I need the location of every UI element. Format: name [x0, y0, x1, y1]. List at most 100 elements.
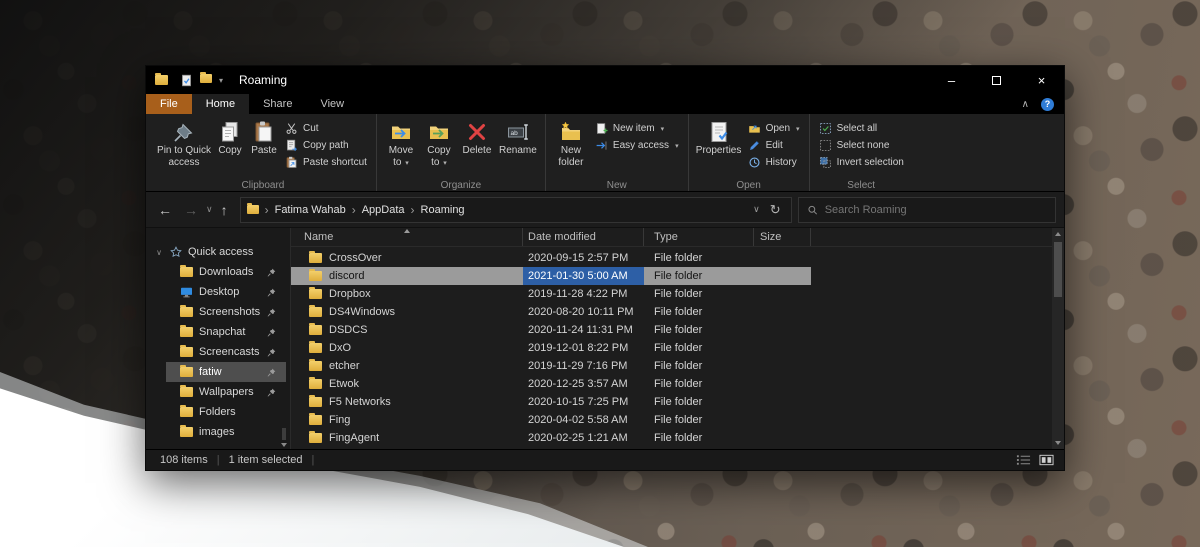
type-cell: File folder [654, 396, 703, 408]
scroll-up-icon [1055, 232, 1061, 236]
sidebar-item-screenshots[interactable]: Screenshots [166, 302, 286, 322]
pin-icon [267, 328, 276, 337]
breadcrumb-separator-icon[interactable]: › [346, 203, 362, 217]
refresh-icon[interactable]: ↻ [770, 202, 781, 218]
up-button[interactable]: ↑ [215, 202, 234, 218]
search-input[interactable] [824, 203, 1047, 216]
tab-view[interactable]: View [306, 94, 358, 114]
file-name-cell: etcher [291, 357, 523, 375]
scroll-down-button[interactable] [1052, 437, 1064, 449]
sidebar-item-folders[interactable]: Folders [166, 402, 286, 422]
forward-button[interactable]: → [178, 202, 204, 218]
expand-chevron-icon[interactable]: ∨ [154, 248, 164, 257]
qat-new-folder-icon[interactable] [200, 71, 212, 86]
sidebar-item-images[interactable]: images [166, 422, 286, 442]
sidebar-item-desktop[interactable]: Desktop [166, 282, 286, 302]
breadcrumb-separator-icon[interactable]: › [405, 203, 421, 217]
title-bar[interactable]: ▾ Roaming – × [146, 66, 1064, 94]
breadcrumb-item[interactable]: AppData [362, 204, 405, 216]
paste-shortcut-button[interactable]: Paste shortcut [281, 154, 371, 171]
view-toggles [1016, 454, 1064, 466]
file-row-dropbox[interactable]: Dropbox 2019-11-28 4:22 PM File folder [291, 285, 811, 303]
column-header-name[interactable]: Name [291, 228, 523, 246]
address-bar[interactable]: › Fatima Wahab › AppData › Roaming ∨ ↻ [239, 196, 792, 223]
close-button[interactable]: × [1019, 66, 1064, 94]
help-icon[interactable]: ? [1041, 97, 1054, 111]
easy-access-button[interactable]: Easy access ▾ [591, 137, 683, 154]
tab-home[interactable]: Home [191, 94, 250, 114]
file-row-discord[interactable]: discord 2021-01-30 5:00 AM File folder [291, 267, 811, 285]
cut-button[interactable]: Cut [281, 120, 371, 137]
tab-share[interactable]: Share [249, 94, 306, 114]
edit-button[interactable]: Edit [744, 137, 804, 154]
ribbon-group-new: New folder New item ▾ Easy access ▾ New [544, 114, 688, 191]
file-explorer-window: ▾ Roaming – × File Home Share View ∧ ? P… [145, 65, 1065, 471]
recent-locations-chevron-icon[interactable]: ∨ [204, 204, 215, 215]
pin-to-quick-access-button[interactable]: Pin to Quick access [155, 117, 213, 170]
breadcrumb-separator-icon[interactable]: › [259, 203, 275, 217]
collapse-ribbon-icon[interactable]: ∧ [1022, 99, 1029, 110]
history-button[interactable]: History [744, 154, 804, 171]
breadcrumb-item[interactable]: Fatima Wahab [275, 204, 346, 216]
file-row-fing[interactable]: Fing 2020-04-02 5:58 AM File folder [291, 411, 811, 429]
file-row-fingagent[interactable]: FingAgent 2020-02-25 1:21 AM File folder [291, 429, 811, 447]
column-header-type[interactable]: Type [644, 228, 754, 246]
copy-path-button[interactable]: Copy path [281, 137, 371, 154]
sidebar-scrollbar[interactable] [279, 421, 289, 447]
tab-file[interactable]: File [146, 94, 192, 114]
back-button[interactable]: ← [152, 202, 178, 218]
vertical-scrollbar[interactable] [1052, 228, 1064, 449]
scroll-up-button[interactable] [1052, 228, 1064, 240]
move-to-button[interactable]: Move to ▾ [382, 117, 420, 170]
select-all-button[interactable]: Select all [815, 120, 908, 137]
paste-button[interactable]: Paste [247, 117, 281, 158]
new-folder-button[interactable]: New folder [551, 117, 591, 170]
rename-button[interactable]: ab Rename [496, 117, 540, 158]
open-group-label: Open [736, 180, 761, 191]
sidebar-item-snapchat[interactable]: Snapchat [166, 322, 286, 342]
sidebar-item-quick-access[interactable]: ∨ Quick access [146, 242, 286, 262]
qat-properties-icon[interactable] [180, 74, 193, 87]
select-none-button[interactable]: Select none [815, 137, 908, 154]
column-header-size[interactable]: Size [754, 228, 811, 246]
date-modified-cell: 2020-10-15 7:25 PM [528, 396, 629, 408]
address-dropdown-chevron-icon[interactable]: ∨ [753, 204, 760, 215]
quick-access-star-icon [170, 246, 182, 258]
new-folder-label: New folder [558, 145, 584, 168]
file-row-etwok[interactable]: Etwok 2020-12-25 3:57 AM File folder [291, 375, 811, 393]
type-cell: File folder [654, 324, 703, 336]
type-cell: File folder [654, 432, 703, 444]
sidebar-item-downloads[interactable]: Downloads [166, 262, 286, 282]
scroll-thumb[interactable] [1054, 242, 1062, 297]
qat-customize-chevron-icon[interactable]: ▾ [219, 76, 223, 85]
properties-label: Properties [695, 145, 742, 156]
file-row-crossover[interactable]: CrossOver 2020-09-15 2:57 PM File folder [291, 249, 811, 267]
file-row-f5-networks[interactable]: F5 Networks 2020-10-15 7:25 PM File folder [291, 393, 811, 411]
sidebar-item-wallpapers[interactable]: Wallpapers [166, 382, 286, 402]
details-view-button[interactable] [1016, 454, 1031, 466]
column-header-date-modified[interactable]: Date modified [523, 228, 644, 246]
sidebar-item-screencasts[interactable]: Screencasts [166, 342, 286, 362]
breadcrumb-item[interactable]: Roaming [421, 204, 465, 216]
file-row-etcher[interactable]: etcher 2019-11-29 7:16 PM File folder [291, 357, 811, 375]
invert-selection-button[interactable]: Invert selection [815, 154, 908, 171]
search-box[interactable] [797, 196, 1056, 223]
file-name: F5 Networks [329, 396, 391, 408]
sidebar-item-label: fatiw [199, 366, 222, 378]
file-row-ds4windows[interactable]: DS4Windows 2020-08-20 10:11 PM File folder [291, 303, 811, 321]
sidebar-scroll-down-icon[interactable] [281, 443, 287, 447]
new-item-button[interactable]: New item ▾ [591, 120, 683, 137]
file-row-dxo[interactable]: DxO 2019-12-01 8:22 PM File folder [291, 339, 811, 357]
large-icons-view-button[interactable] [1039, 454, 1054, 466]
copy-button[interactable]: Copy [213, 117, 247, 158]
maximize-button[interactable] [974, 66, 1019, 94]
properties-button[interactable]: Properties [694, 117, 744, 158]
delete-button[interactable]: Delete [458, 117, 496, 158]
sidebar-item-fatiw[interactable]: fatiw [166, 362, 286, 382]
minimize-button[interactable]: – [929, 66, 974, 94]
copy-to-button[interactable]: Copy to ▾ [420, 117, 458, 170]
file-row-dsdcs[interactable]: DSDCS 2020-11-24 11:31 PM File folder [291, 321, 811, 339]
items-count: 108 items [160, 454, 208, 466]
open-button[interactable]: Open ▾ [744, 120, 804, 137]
sidebar-scroll-thumb[interactable] [282, 428, 286, 440]
